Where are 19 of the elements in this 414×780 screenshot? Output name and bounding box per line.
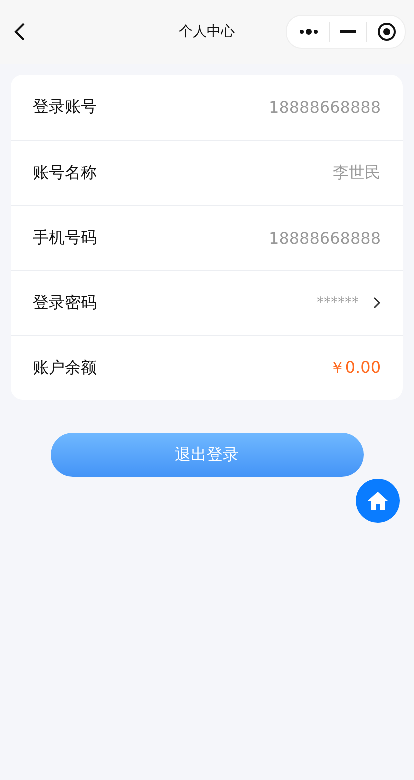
- field-label: 账号名称: [33, 162, 97, 184]
- chevron-right-icon: [373, 297, 381, 309]
- page-title: 个人中心: [178, 23, 236, 41]
- field-label: 登录密码: [33, 292, 97, 314]
- more-icon[interactable]: [299, 28, 319, 36]
- minimize-icon[interactable]: [340, 30, 356, 34]
- password-row[interactable]: 登录密码 ******: [11, 270, 403, 335]
- field-value: 李世民: [333, 162, 381, 184]
- balance-value: ￥0.00: [329, 358, 381, 378]
- home-button[interactable]: [356, 479, 400, 523]
- field-value: 18888668888: [269, 98, 381, 117]
- field-label: 手机号码: [33, 228, 97, 248]
- field-label: 账户余额: [33, 358, 97, 378]
- field-value: 18888668888: [269, 228, 381, 248]
- field-value: ******: [317, 295, 359, 311]
- back-icon[interactable]: [14, 22, 26, 42]
- home-icon: [367, 491, 389, 511]
- close-icon[interactable]: [377, 22, 397, 42]
- field-label: 登录账号: [33, 97, 97, 118]
